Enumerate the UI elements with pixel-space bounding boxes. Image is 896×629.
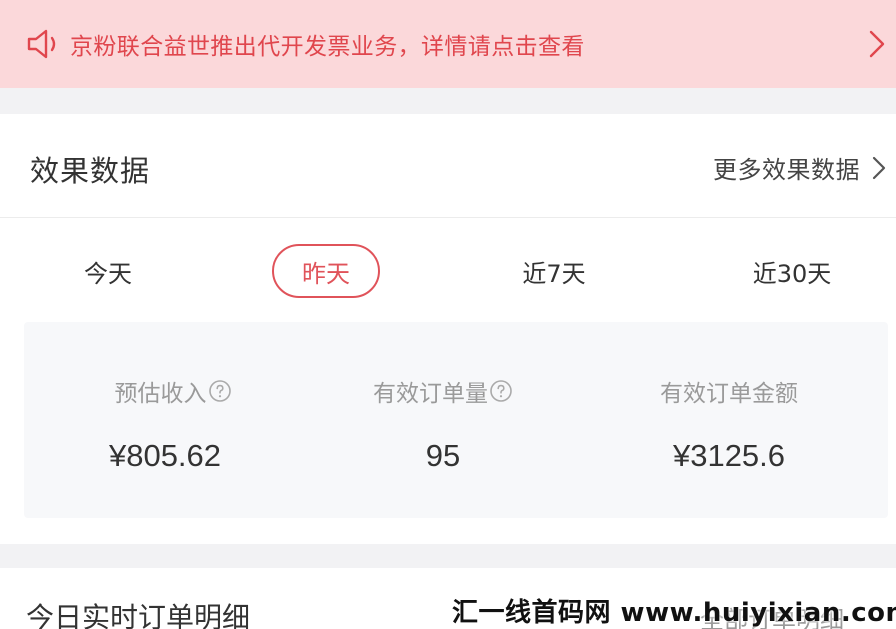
watermark: 汇一线首码网 www.huiyixian.com — [452, 598, 896, 628]
stats-panel: 预估收入 ¥805.62 有效订单量 95 有效订单金额 ¥3125.6 — [24, 322, 888, 518]
stat-label-text: 有效订单金额 — [660, 381, 798, 407]
card-header: 效果数据 更多效果数据 — [0, 114, 896, 218]
stat-value: ¥805.62 — [108, 438, 222, 473]
chevron-right-icon — [869, 30, 885, 58]
notice-banner[interactable]: 京粉联合益世推出代开发票业务，详情请点击查看 — [0, 0, 896, 88]
stat-label: 有效订单量 — [373, 374, 513, 408]
speaker-icon — [27, 29, 56, 59]
tab-yesterday[interactable]: 昨天 — [272, 244, 380, 298]
stat-label-text: 有效订单量 — [373, 381, 488, 407]
performance-card: 效果数据 更多效果数据 今天 昨天 近7天 近30天 预估收入 ¥805.62 — [0, 114, 896, 544]
chevron-right-icon — [872, 156, 886, 179]
tab-last-7-days[interactable]: 近7天 — [494, 244, 614, 298]
tab-last-30-days[interactable]: 近30天 — [730, 244, 854, 298]
stat-label: 有效订单金额 — [660, 374, 798, 408]
stat-estimated-income: 预估收入 ¥805.62 — [78, 322, 268, 518]
more-data-label: 更多效果数据 — [713, 156, 860, 184]
more-data-link[interactable]: 更多效果数据 — [713, 150, 888, 185]
notice-text: 京粉联合益世推出代开发票业务，详情请点击查看 — [70, 34, 585, 60]
stat-valid-order-amount: 有效订单金额 ¥3125.6 — [624, 322, 834, 518]
date-range-tabs: 今天 昨天 近7天 近30天 — [0, 240, 896, 300]
help-icon[interactable] — [489, 379, 513, 403]
realtime-orders-title: 今日实时订单明细 — [26, 601, 251, 629]
tab-today[interactable]: 今天 — [58, 244, 158, 298]
stat-label: 预估收入 — [115, 374, 232, 408]
stat-valid-orders: 有效订单量 95 — [338, 322, 548, 518]
help-icon[interactable] — [208, 379, 232, 403]
stat-value: 95 — [425, 438, 461, 473]
section-title: 效果数据 — [30, 154, 151, 188]
stat-value: ¥3125.6 — [672, 438, 786, 473]
stat-label-text: 预估收入 — [114, 381, 207, 407]
